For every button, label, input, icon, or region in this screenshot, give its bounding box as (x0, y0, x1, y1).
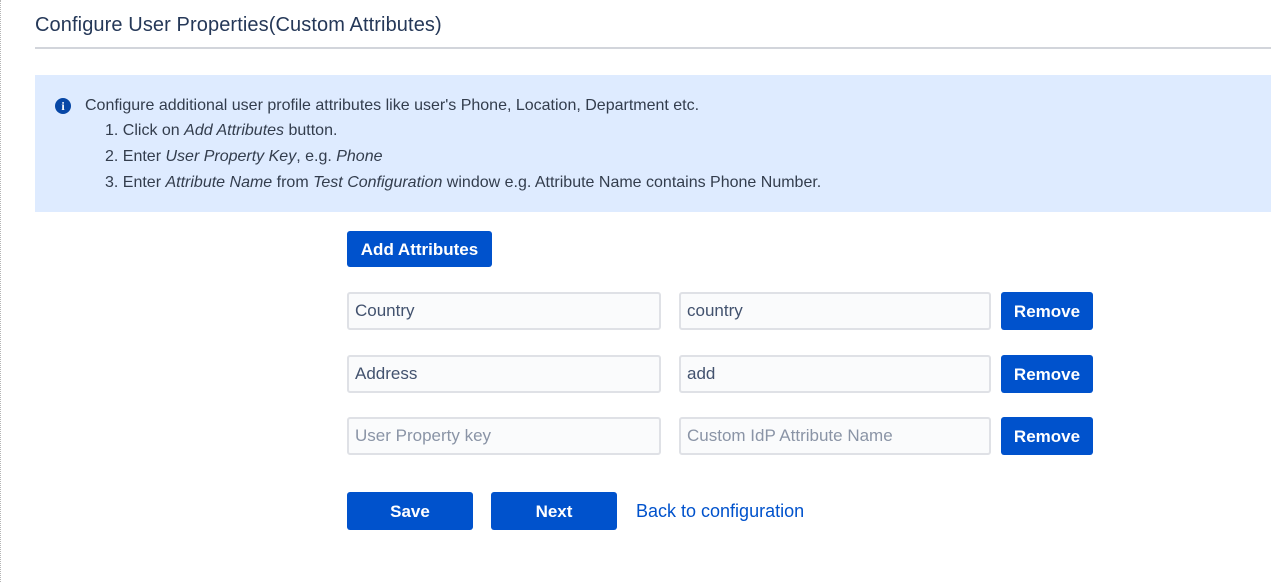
idp-attribute-name-input[interactable] (679, 355, 991, 393)
remove-attribute-button[interactable]: Remove (1001, 355, 1093, 393)
page-title: Configure User Properties(Custom Attribu… (35, 14, 442, 36)
info-panel: i Configure additional user profile attr… (35, 75, 1271, 212)
idp-attribute-name-input[interactable] (679, 292, 991, 330)
info-intro: Configure additional user profile attrib… (85, 97, 700, 114)
info-step-2: 2. Enter User Property Key, e.g. Phone (105, 148, 383, 165)
add-attributes-button[interactable]: Add Attributes (347, 231, 492, 267)
user-property-key-input[interactable] (347, 355, 661, 393)
page: Configure User Properties(Custom Attribu… (0, 0, 1271, 582)
next-button[interactable]: Next (491, 492, 617, 530)
remove-attribute-button[interactable]: Remove (1001, 292, 1093, 330)
info-icon: i (55, 98, 71, 114)
info-step-1: 1. Click on Add Attributes button. (105, 122, 338, 139)
left-divider (0, 0, 1, 582)
remove-attribute-button[interactable]: Remove (1001, 417, 1093, 455)
user-property-key-input[interactable] (347, 292, 661, 330)
back-to-configuration-link[interactable]: Back to configuration (636, 501, 804, 522)
idp-attribute-name-input[interactable] (679, 417, 991, 455)
title-divider (35, 47, 1271, 49)
info-step-3: 3. Enter Attribute Name from Test Config… (105, 174, 822, 191)
save-button[interactable]: Save (347, 492, 473, 530)
user-property-key-input[interactable] (347, 417, 661, 455)
